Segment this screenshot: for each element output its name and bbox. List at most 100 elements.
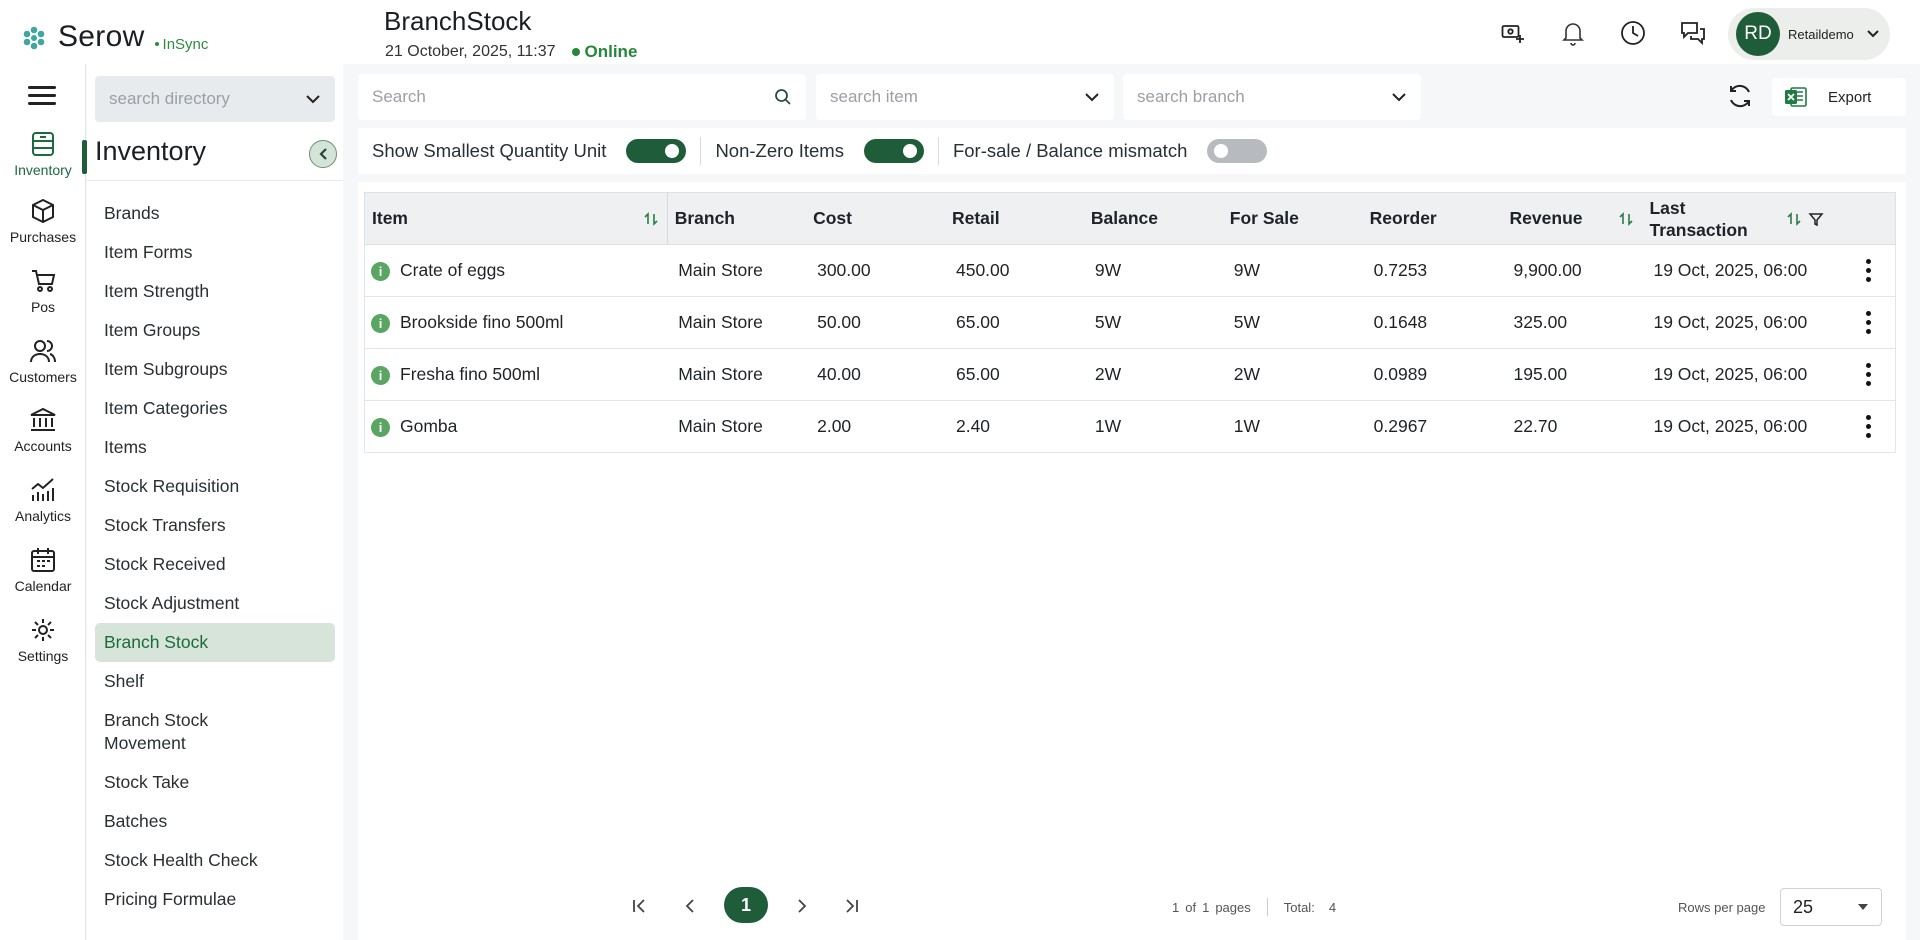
more-options-icon[interactable] — [1853, 360, 1883, 390]
sidebar-item-item-groups[interactable]: Item Groups — [95, 311, 335, 350]
rail-item-settings[interactable]: Settings — [0, 616, 86, 664]
info-icon[interactable]: i — [371, 365, 390, 385]
column-header-reorder[interactable]: Reorder — [1362, 192, 1503, 245]
mismatch-toggle[interactable] — [1207, 139, 1268, 163]
table-row[interactable]: i Brookside fino 500ml Main Store 50.00 6… — [364, 296, 1897, 349]
hamburger-menu-icon[interactable] — [28, 86, 56, 106]
table-row[interactable]: i Gomba Main Store 2.00 2.40 1W 1W 0.2967… — [364, 400, 1897, 453]
sidebar-item-stock-transfers[interactable]: Stock Transfers — [95, 506, 335, 545]
user-menu[interactable]: RD Retaildemo — [1728, 8, 1890, 60]
chat-icon[interactable] — [1678, 18, 1708, 48]
connection-label: Online — [584, 42, 638, 61]
rail-item-customers[interactable]: Customers — [0, 337, 86, 385]
column-header-balance[interactable]: Balance — [1083, 192, 1223, 245]
smallest-unit-toggle[interactable] — [626, 139, 687, 163]
chevron-left-icon — [319, 148, 327, 160]
filter-icon[interactable] — [1808, 211, 1825, 227]
item-select[interactable]: search item — [816, 74, 1114, 120]
divider — [937, 137, 939, 165]
rail-item-accounts[interactable]: Accounts — [0, 406, 86, 454]
table-row[interactable]: i Crate of eggs Main Store 300.00 450.00 … — [364, 244, 1897, 297]
sidebar-item-item-categories[interactable]: Item Categories — [95, 389, 335, 428]
divider — [87, 180, 343, 181]
collapse-sidebar-button[interactable] — [309, 140, 337, 168]
cell-actions — [1832, 348, 1897, 401]
directory-search[interactable]: search directory — [95, 76, 335, 122]
sidebar-item-stock-take[interactable]: Stock Take — [95, 763, 335, 802]
rail-item-purchases[interactable]: Purchases — [0, 197, 86, 245]
cell-branch: Main Store — [678, 312, 763, 332]
non-zero-label: Non-Zero Items — [715, 140, 844, 161]
sidebar-item-stock-requisition[interactable]: Stock Requisition — [95, 467, 335, 506]
sidebar-item-batches[interactable]: Batches — [95, 802, 335, 841]
header-label: Last Transaction — [1649, 197, 1748, 240]
export-button[interactable]: Export — [1772, 78, 1906, 116]
refresh-button[interactable] — [1724, 80, 1756, 112]
column-header-item[interactable]: Item — [364, 192, 668, 245]
column-header-branch[interactable]: Branch — [667, 192, 807, 245]
next-page-icon[interactable] — [790, 894, 814, 918]
cell-branch: Main Store — [678, 416, 763, 436]
sidebar-item-stock-received[interactable]: Stock Received — [95, 545, 335, 584]
more-options-icon[interactable] — [1853, 256, 1883, 286]
section-title: Inventory — [95, 136, 207, 166]
sidebar-item-item-subgroups[interactable]: Item Subgroups — [95, 350, 335, 389]
add-currency-icon[interactable] — [1498, 18, 1528, 48]
non-zero-toggle[interactable] — [863, 139, 924, 163]
sidebar-item-stock-adjustment[interactable]: Stock Adjustment — [95, 584, 335, 623]
more-options-icon[interactable] — [1853, 308, 1883, 338]
sync-status: InSync — [154, 36, 208, 53]
sidebar-item-shelf[interactable]: Shelf — [95, 662, 335, 701]
rows-per-page-select[interactable]: 25 — [1780, 888, 1882, 926]
directory-search-placeholder: search directory — [109, 89, 230, 108]
first-page-icon[interactable] — [628, 894, 652, 918]
cart-icon — [32, 270, 56, 292]
info-icon[interactable]: i — [371, 261, 390, 281]
clock-icon[interactable] — [1618, 18, 1648, 48]
app-name: Serow — [58, 20, 145, 53]
column-header-cost[interactable]: Cost — [806, 192, 945, 245]
rail-item-analytics[interactable]: Analytics — [0, 476, 86, 524]
cell-last-transaction: 19 Oct, 2025, 06:00 — [1653, 312, 1808, 332]
info-icon[interactable]: i — [371, 417, 390, 437]
column-header-for-sale[interactable]: For Sale — [1222, 192, 1363, 245]
column-header-retail[interactable]: Retail — [944, 192, 1084, 245]
sidebar-item-items[interactable]: Items — [95, 428, 335, 467]
export-label: Export — [1828, 88, 1872, 106]
branch-select[interactable]: search branch — [1123, 74, 1421, 120]
table-row[interactable]: i Fresha fino 500ml Main Store 40.00 65.0… — [364, 348, 1897, 401]
sidebar-item-item-forms[interactable]: Item Forms — [95, 233, 335, 272]
item-name: Gomba — [400, 416, 458, 436]
sort-icon[interactable] — [643, 211, 659, 227]
column-header-last-transaction[interactable]: Last Transaction — [1642, 192, 1833, 245]
bell-icon[interactable] — [1558, 18, 1588, 48]
search-input[interactable]: Search — [358, 74, 806, 120]
rail-item-pos[interactable]: Pos — [0, 267, 86, 315]
sort-icon[interactable] — [1618, 211, 1634, 227]
sidebar-item-branch-stock[interactable]: Branch Stock — [95, 623, 335, 662]
cell-for-sale: 9W — [1233, 260, 1261, 280]
box-icon — [32, 198, 54, 224]
sidebar-item-pricing-formulae[interactable]: Pricing Formulae — [95, 880, 335, 919]
rail-label: Analytics — [14, 508, 72, 524]
mismatch-label: For-sale / Balance mismatch — [952, 140, 1188, 161]
cell-cost: 2.00 — [817, 416, 852, 436]
more-options-icon[interactable] — [1853, 412, 1883, 442]
sidebar-item-branch-stock-movement[interactable]: Branch Stock Movement — [95, 701, 245, 763]
sidebar-item-item-strength[interactable]: Item Strength — [95, 272, 335, 311]
rail-item-inventory[interactable]: Inventory — [0, 130, 86, 178]
sidebar-item-stock-health-check[interactable]: Stock Health Check — [95, 841, 335, 880]
previous-page-icon[interactable] — [678, 894, 702, 918]
rail-item-calendar[interactable]: Calendar — [0, 546, 86, 594]
info-icon[interactable]: i — [371, 313, 390, 333]
caret-down-icon — [1858, 904, 1868, 910]
cell-revenue: 195.00 — [1513, 364, 1568, 384]
current-page-button[interactable]: 1 — [724, 887, 768, 923]
column-header-revenue[interactable]: Revenue — [1502, 192, 1643, 245]
sort-icon[interactable] — [1786, 211, 1802, 227]
app-logo[interactable]: Serow InSync — [20, 18, 208, 54]
cell-for-sale: 1W — [1233, 416, 1261, 436]
last-page-icon[interactable] — [839, 894, 863, 918]
sidebar-item-brands[interactable]: Brands — [95, 194, 335, 233]
inventory-icon — [32, 132, 54, 156]
